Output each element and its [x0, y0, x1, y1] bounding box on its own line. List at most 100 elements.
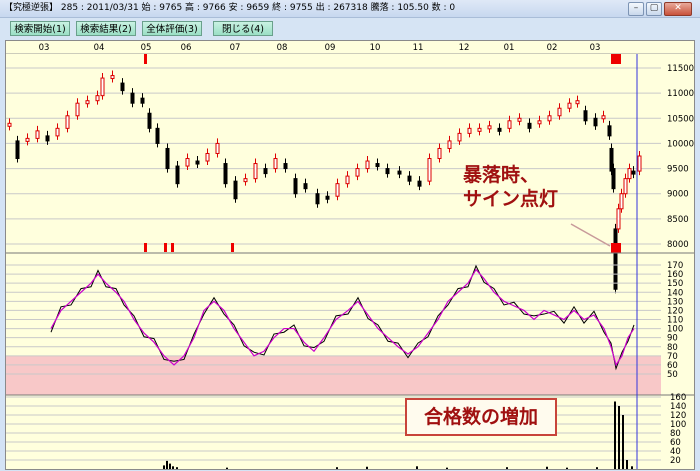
crash-annotation-line1: 暴落時、: [463, 164, 540, 186]
candle-body: [613, 228, 618, 290]
title-bar: 【究極逆張】 285 : 2011/03/31 始 : 9765 高 : 976…: [0, 0, 700, 18]
month-label-03: 03: [590, 43, 601, 53]
signal-marker-top: [144, 54, 147, 64]
month-label-03: 03: [39, 43, 50, 53]
candle-body: [611, 168, 616, 190]
candle-body: [175, 165, 180, 185]
candle-body: [345, 175, 350, 185]
count-bar: [366, 466, 368, 469]
price-tick-9000: 9000: [667, 190, 689, 200]
increase-annotation: 合格数の増加: [405, 398, 557, 436]
search-result-button[interactable]: 検索結果(2): [76, 21, 136, 36]
count-bar: [446, 467, 448, 469]
candle-body: [487, 125, 492, 130]
count-bar: [614, 401, 616, 469]
candle-body: [335, 183, 340, 197]
month-label-07: 07: [230, 43, 241, 53]
toolbar: 検索開始(1) 検索結果(2) 全体評価(3) 閉じる(4): [0, 18, 700, 40]
candle-body: [547, 115, 552, 122]
vol-tick-20: 20: [670, 456, 681, 466]
candle-body: [567, 102, 572, 109]
count-bar: [622, 415, 624, 469]
candle-body: [155, 127, 160, 144]
count-bar: [226, 467, 228, 469]
candle-body: [477, 127, 482, 132]
signal-marker-top-latest: [611, 54, 621, 64]
oscillator-band: [6, 355, 661, 395]
restore-button[interactable]: ▢: [646, 2, 662, 16]
count-bar: [618, 406, 620, 469]
candle-body: [355, 168, 360, 177]
candle-body: [35, 130, 40, 139]
price-tick-8500: 8500: [667, 215, 689, 225]
candle-body: [407, 175, 412, 182]
candle-body: [467, 127, 472, 134]
candle-body: [223, 163, 228, 185]
month-label-12: 12: [459, 43, 470, 53]
candle-body: [253, 163, 258, 180]
candle-body: [273, 158, 278, 170]
candle-body: [593, 117, 598, 127]
month-label-05: 05: [141, 43, 152, 53]
candle-body: [233, 180, 238, 200]
close-button[interactable]: 閉じる(4): [213, 21, 273, 36]
candle-body: [583, 110, 588, 122]
candle-body: [365, 160, 370, 170]
candle-body: [375, 163, 380, 168]
candle-body: [537, 120, 542, 125]
count-bar: [172, 466, 174, 469]
candle-body: [147, 112, 152, 129]
candle-body: [417, 180, 422, 187]
signal-marker-bottom-latest: [611, 243, 621, 253]
chart-area[interactable]: 03 04 05 06 07 08 09 10 11 12 01 02 03 11500 11000 1050…: [5, 40, 695, 470]
osc-tick-50: 50: [667, 370, 678, 380]
candle-body: [215, 142, 220, 154]
candle-body: [120, 82, 125, 92]
candle-body: [557, 107, 562, 117]
candle-body: [601, 115, 606, 120]
signal-marker-bottom: [171, 243, 174, 252]
minimize-button[interactable]: –: [628, 2, 644, 16]
candle-body: [385, 168, 390, 175]
candle-body: [427, 158, 432, 182]
candle-body: [616, 208, 621, 230]
price-tick-11500: 11500: [667, 64, 694, 74]
signal-marker-bottom: [164, 243, 167, 252]
count-bar: [176, 467, 178, 469]
candle-body: [25, 137, 30, 142]
month-label-09: 09: [325, 43, 336, 53]
count-bar: [416, 466, 418, 469]
candle-body: [75, 102, 80, 117]
candle-body: [631, 170, 636, 175]
candle-body: [627, 168, 632, 180]
close-window-button[interactable]: ✕: [664, 2, 692, 16]
search-start-button[interactable]: 検索開始(1): [10, 21, 70, 36]
candle-body: [165, 147, 170, 170]
candle-body: [293, 178, 298, 195]
window-title: 【究極逆張】 285 : 2011/03/31 始 : 9765 高 : 976…: [4, 3, 456, 13]
count-bar: [596, 467, 598, 469]
month-label-11: 11: [413, 43, 424, 53]
candle-body: [95, 95, 100, 102]
oscillator-line: [50, 264, 635, 371]
candle-body: [303, 183, 308, 190]
crash-annotation-line2: サイン点灯: [463, 188, 559, 210]
candle-body: [623, 178, 628, 195]
candle-body: [205, 152, 210, 162]
price-tick-8000: 8000: [667, 240, 689, 250]
candle-body: [619, 193, 624, 210]
count-bar: [163, 465, 165, 469]
candle-body: [55, 127, 60, 137]
month-label-04: 04: [94, 43, 105, 53]
price-panel: [6, 54, 694, 253]
candle-body: [527, 122, 532, 129]
overall-evaluation-button[interactable]: 全体評価(3): [142, 21, 202, 36]
signal-marker-bottom: [144, 243, 147, 252]
candle-body: [65, 115, 70, 129]
candle-body: [325, 195, 330, 200]
price-tick-9500: 9500: [667, 165, 689, 175]
count-bar: [626, 460, 628, 469]
candle-body: [7, 122, 12, 127]
chart-canvas[interactable]: 03 04 05 06 07 08 09 10 11 12 01 02 03 11500 11000 1050…: [6, 41, 694, 469]
price-tick-11000: 11000: [667, 89, 694, 99]
